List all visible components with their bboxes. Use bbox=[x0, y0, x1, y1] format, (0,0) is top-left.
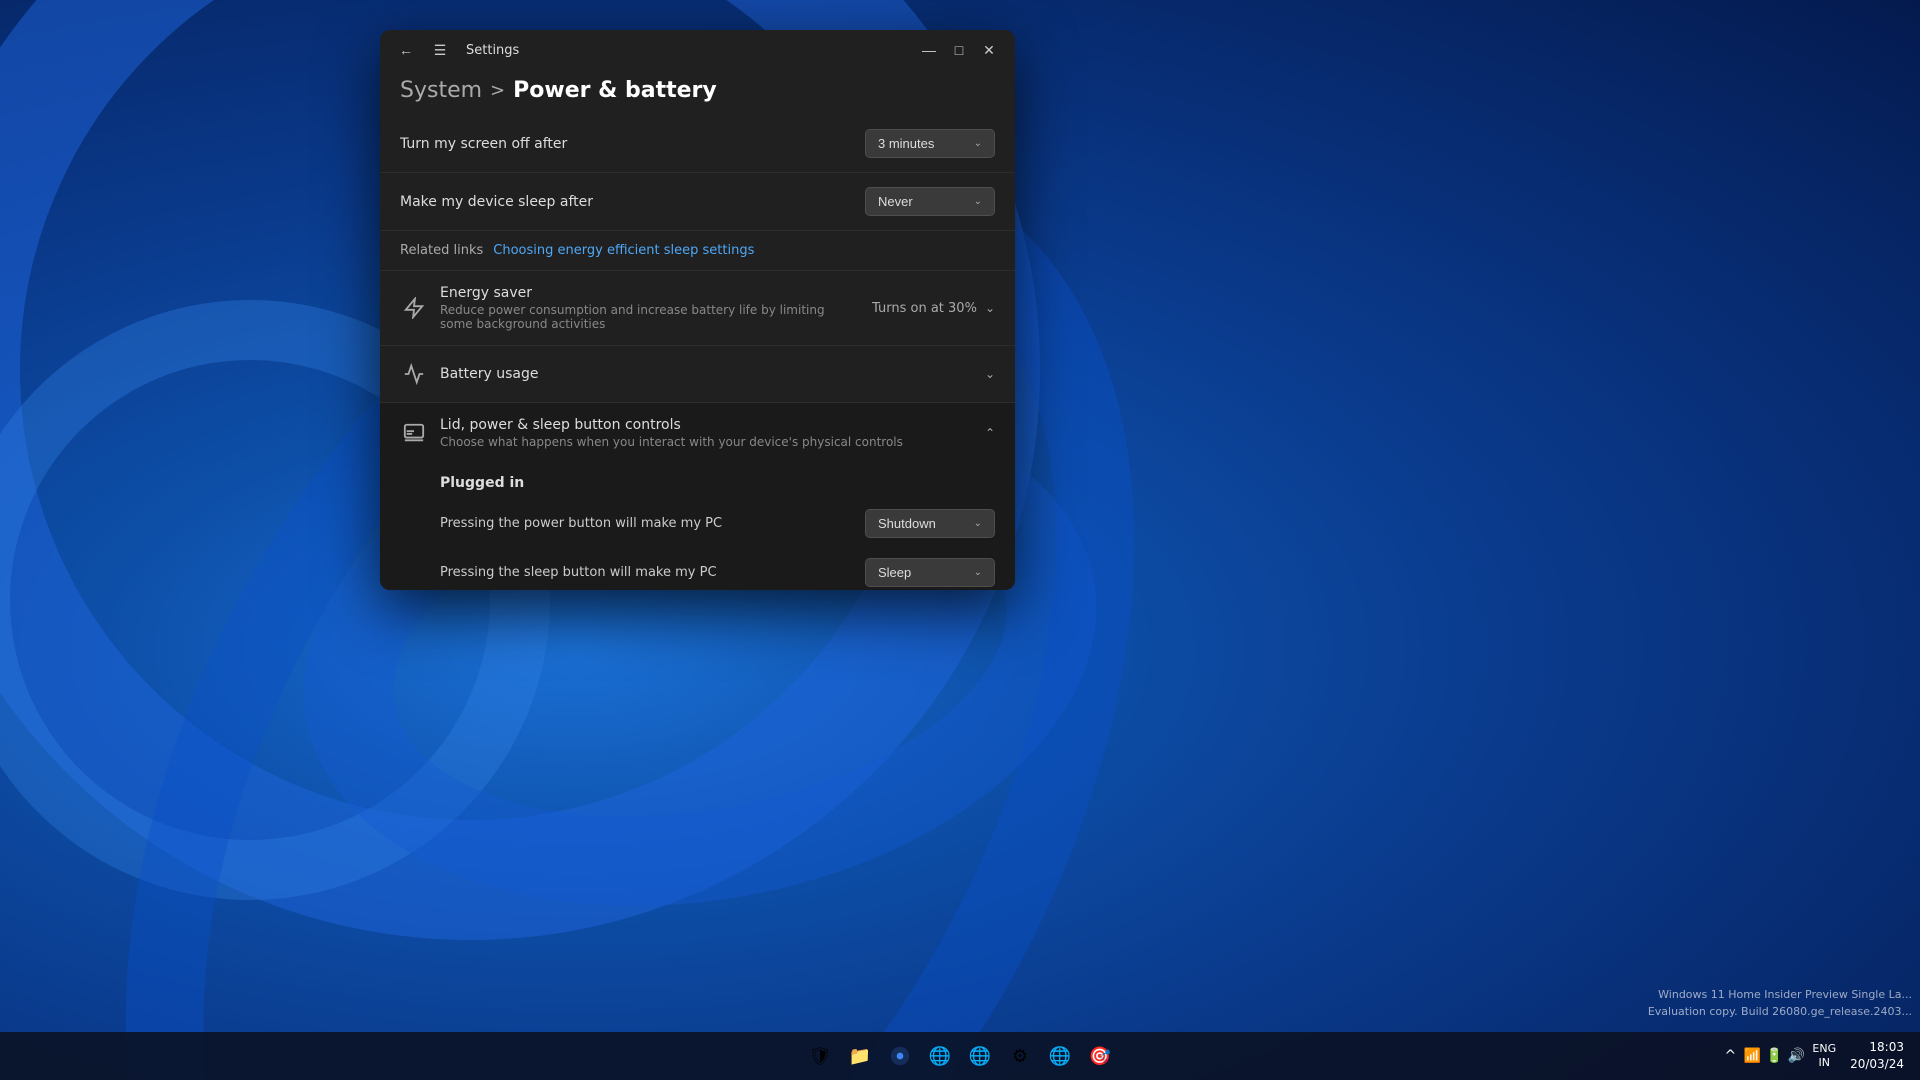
power-button-chevron: ⌄ bbox=[974, 518, 982, 529]
plugged-in-label: Plugged in bbox=[380, 463, 1015, 499]
battery-usage-row[interactable]: Battery usage ⌄ bbox=[380, 346, 1015, 403]
energy-saver-right: Turns on at 30% ⌄ bbox=[872, 301, 995, 316]
related-links-label: Related links bbox=[400, 243, 483, 258]
power-button-value: Shutdown bbox=[878, 516, 936, 531]
title-bar: ← ☰ Settings — □ ✕ bbox=[380, 30, 1015, 70]
screen-off-row: Turn my screen off after 3 minutes ⌄ bbox=[380, 115, 1015, 173]
breadcrumb: System > Power & battery bbox=[380, 70, 1015, 115]
sleep-button-chevron: ⌄ bbox=[974, 567, 982, 578]
energy-saver-expand[interactable]: ⌄ bbox=[985, 301, 995, 315]
taskbar-icon-chrome3[interactable]: 🌐 bbox=[962, 1038, 998, 1074]
battery-usage-right: ⌄ bbox=[985, 367, 995, 381]
taskbar-icon-app[interactable]: 🎯 bbox=[1082, 1038, 1118, 1074]
taskbar-center: 🛡 📁 🌐 🌐 ⚙ 🌐 🎯 bbox=[802, 1038, 1118, 1074]
clock-time: 18:03 bbox=[1869, 1039, 1904, 1056]
tray-up-arrow[interactable]: ^ bbox=[1720, 1046, 1740, 1066]
hamburger-button[interactable]: ☰ bbox=[426, 36, 454, 64]
watermark: Windows 11 Home Insider Preview Single L… bbox=[1648, 987, 1912, 1020]
tray-battery-icon[interactable]: 🔋 bbox=[1764, 1046, 1784, 1066]
screen-off-label: Turn my screen off after bbox=[400, 136, 567, 152]
lid-section-title: Lid, power & sleep button controls bbox=[440, 417, 973, 433]
energy-saver-text: Energy saver Reduce power consumption an… bbox=[440, 285, 860, 331]
taskbar-icon-edge[interactable]: 🌐 bbox=[1042, 1038, 1078, 1074]
sleep-button-dropdown[interactable]: Sleep ⌄ bbox=[865, 558, 995, 587]
taskbar: 🛡 📁 🌐 🌐 ⚙ 🌐 🎯 ^ 📶 🔋 🔊 ENG IN 18:03 20/03… bbox=[0, 1032, 1920, 1080]
power-button-row: Pressing the power button will make my P… bbox=[380, 499, 1015, 548]
taskbar-icon-chrome1[interactable] bbox=[882, 1038, 918, 1074]
breadcrumb-current: Power & battery bbox=[513, 78, 717, 103]
taskbar-icon-shield[interactable]: 🛡 bbox=[802, 1038, 838, 1074]
breadcrumb-system[interactable]: System bbox=[400, 78, 482, 103]
tray-volume-icon[interactable]: 🔊 bbox=[1786, 1046, 1806, 1066]
window-controls: — □ ✕ bbox=[915, 36, 1003, 64]
related-links: Related links Choosing energy efficient … bbox=[380, 231, 1015, 271]
screen-off-chevron: ⌄ bbox=[974, 138, 982, 149]
taskbar-icon-settings[interactable]: ⚙ bbox=[1002, 1038, 1038, 1074]
lid-icon bbox=[400, 419, 428, 447]
title-bar-controls: ← ☰ bbox=[392, 36, 454, 64]
energy-saver-value: Turns on at 30% bbox=[872, 301, 977, 316]
lid-expand-icon[interactable]: ⌃ bbox=[985, 426, 995, 440]
clock-date: 20/03/24 bbox=[1850, 1056, 1904, 1073]
power-button-label: Pressing the power button will make my P… bbox=[440, 516, 722, 531]
sleep-button-value: Sleep bbox=[878, 565, 911, 580]
lid-section-text: Lid, power & sleep button controls Choos… bbox=[440, 417, 973, 449]
battery-usage-expand[interactable]: ⌄ bbox=[985, 367, 995, 381]
language-indicator[interactable]: ENG IN bbox=[1812, 1042, 1836, 1071]
back-button[interactable]: ← bbox=[392, 36, 420, 64]
energy-efficient-link[interactable]: Choosing energy efficient sleep settings bbox=[493, 243, 754, 258]
taskbar-right: ^ 📶 🔋 🔊 ENG IN 18:03 20/03/24 bbox=[1720, 1039, 1912, 1073]
breadcrumb-separator: > bbox=[490, 80, 505, 101]
screen-off-value: 3 minutes bbox=[878, 136, 934, 151]
energy-saver-icon bbox=[400, 294, 428, 322]
lid-header[interactable]: Lid, power & sleep button controls Choos… bbox=[380, 403, 1015, 463]
window-title: Settings bbox=[466, 43, 519, 58]
battery-usage-title: Battery usage bbox=[440, 366, 973, 382]
power-button-dropdown[interactable]: Shutdown ⌄ bbox=[865, 509, 995, 538]
energy-saver-row[interactable]: Energy saver Reduce power consumption an… bbox=[380, 271, 1015, 346]
battery-usage-text: Battery usage bbox=[440, 366, 973, 382]
sleep-dropdown[interactable]: Never ⌄ bbox=[865, 187, 995, 216]
minimize-button[interactable]: — bbox=[915, 36, 943, 64]
sleep-chevron: ⌄ bbox=[974, 196, 982, 207]
content-area[interactable]: Turn my screen off after 3 minutes ⌄ Mak… bbox=[380, 115, 1015, 590]
clock-area[interactable]: 18:03 20/03/24 bbox=[1842, 1039, 1912, 1073]
sleep-button-label: Pressing the sleep button will make my P… bbox=[440, 565, 717, 580]
tray-icons: ^ 📶 🔋 🔊 bbox=[1720, 1046, 1806, 1066]
battery-usage-icon bbox=[400, 360, 428, 388]
energy-saver-title: Energy saver bbox=[440, 285, 860, 301]
screen-off-dropdown[interactable]: 3 minutes ⌄ bbox=[865, 129, 995, 158]
lid-section: Lid, power & sleep button controls Choos… bbox=[380, 403, 1015, 590]
sleep-row: Make my device sleep after Never ⌄ bbox=[380, 173, 1015, 231]
tray-network-icon[interactable]: 📶 bbox=[1742, 1046, 1762, 1066]
taskbar-icon-files[interactable]: 📁 bbox=[842, 1038, 878, 1074]
sleep-value: Never bbox=[878, 194, 913, 209]
settings-window: ← ☰ Settings — □ ✕ System > Power & batt… bbox=[380, 30, 1015, 590]
energy-saver-subtitle: Reduce power consumption and increase ba… bbox=[440, 303, 860, 331]
close-button[interactable]: ✕ bbox=[975, 36, 1003, 64]
lid-section-right: ⌃ bbox=[985, 426, 995, 440]
maximize-button[interactable]: □ bbox=[945, 36, 973, 64]
sleep-button-row: Pressing the sleep button will make my P… bbox=[380, 548, 1015, 590]
lid-section-subtitle: Choose what happens when you interact wi… bbox=[440, 435, 973, 449]
taskbar-icon-chrome2[interactable]: 🌐 bbox=[922, 1038, 958, 1074]
sleep-label: Make my device sleep after bbox=[400, 194, 593, 210]
